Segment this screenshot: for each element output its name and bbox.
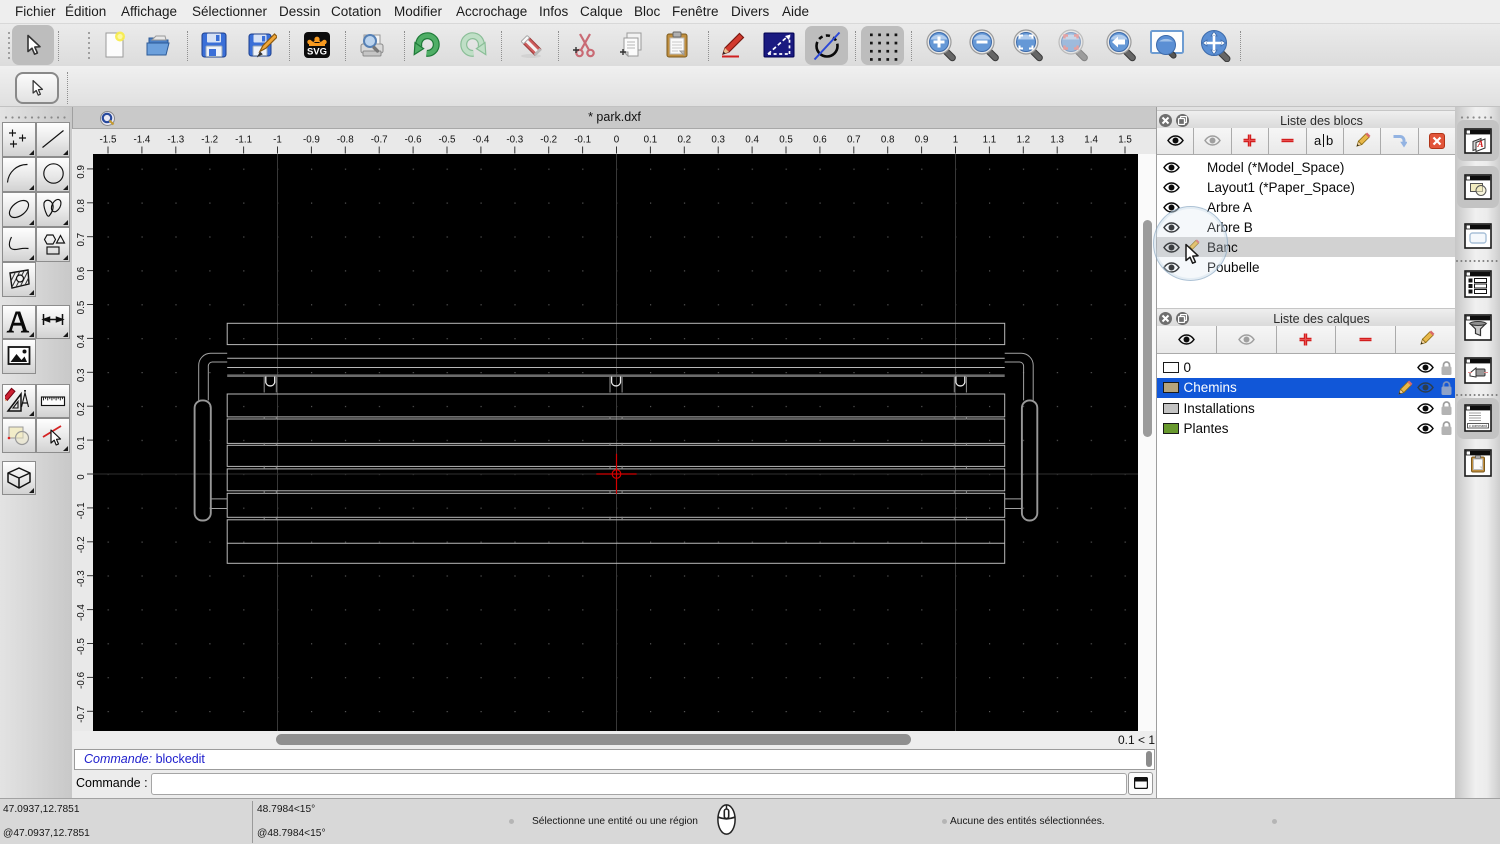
- svg-text:-0.3: -0.3: [76, 570, 87, 587]
- svg-text:-1.5: -1.5: [100, 135, 117, 146]
- svg-text:0.3: 0.3: [711, 135, 725, 146]
- svg-text:1.4: 1.4: [1084, 135, 1098, 146]
- svg-text:0.5: 0.5: [76, 300, 87, 314]
- svg-text:0.8: 0.8: [881, 135, 895, 146]
- svg-text:1.3: 1.3: [1050, 135, 1064, 146]
- svg-text:-0.4: -0.4: [472, 135, 489, 146]
- svg-text:-1: -1: [273, 135, 282, 146]
- svg-text:-1.4: -1.4: [133, 135, 150, 146]
- svg-text:-0.5: -0.5: [439, 135, 456, 146]
- svg-text:-0.7: -0.7: [371, 135, 388, 146]
- svg-text:0.9: 0.9: [915, 135, 929, 146]
- svg-text:0.6: 0.6: [76, 266, 87, 280]
- svg-text:-0.3: -0.3: [506, 135, 523, 146]
- svg-text:-1.3: -1.3: [167, 135, 184, 146]
- svg-text:SVG: SVG: [307, 47, 327, 58]
- svg-text:1: 1: [953, 135, 958, 146]
- svg-text:0.3: 0.3: [76, 368, 87, 382]
- svg-text:1.2: 1.2: [1016, 135, 1030, 146]
- svg-text:-0.2: -0.2: [76, 536, 87, 553]
- svg-text:b: b: [1326, 133, 1333, 148]
- svg-text:0.5: 0.5: [779, 135, 793, 146]
- svg-text:-0.4: -0.4: [76, 604, 87, 621]
- svg-text:0.1: 0.1: [644, 135, 658, 146]
- svg-text:0.7: 0.7: [76, 233, 87, 247]
- svg-text:c command: c command: [1469, 424, 1487, 428]
- svg-text:-0.9: -0.9: [303, 135, 320, 146]
- svg-text:-0.5: -0.5: [76, 638, 87, 655]
- svg-text:1.5: 1.5: [1118, 135, 1132, 146]
- svg-text:1.1: 1.1: [983, 135, 997, 146]
- svg-text:-1.1: -1.1: [235, 135, 252, 146]
- svg-text:0.7: 0.7: [847, 135, 861, 146]
- svg-text:-0.6: -0.6: [405, 135, 422, 146]
- svg-text:-0.2: -0.2: [540, 135, 557, 146]
- svg-text:-0.7: -0.7: [76, 706, 87, 723]
- svg-text:0: 0: [76, 474, 87, 480]
- svg-text:0: 0: [614, 135, 620, 146]
- svg-text:-0.1: -0.1: [76, 502, 87, 519]
- svg-text:-0.8: -0.8: [337, 135, 354, 146]
- svg-text:0.2: 0.2: [677, 135, 691, 146]
- svg-text:0.4: 0.4: [745, 135, 759, 146]
- svg-text:-0.6: -0.6: [76, 671, 87, 688]
- svg-text:A: A: [1476, 139, 1483, 149]
- svg-text:0.2: 0.2: [76, 402, 87, 416]
- svg-text:a: a: [1314, 133, 1322, 148]
- svg-text:0.4: 0.4: [76, 334, 87, 348]
- svg-text:0.9: 0.9: [76, 165, 87, 179]
- svg-text:-1.2: -1.2: [201, 135, 218, 146]
- svg-text:0.6: 0.6: [813, 135, 827, 146]
- svg-text:0.8: 0.8: [76, 198, 87, 212]
- svg-text:0.1: 0.1: [76, 436, 87, 450]
- svg-text:-0.1: -0.1: [574, 135, 591, 146]
